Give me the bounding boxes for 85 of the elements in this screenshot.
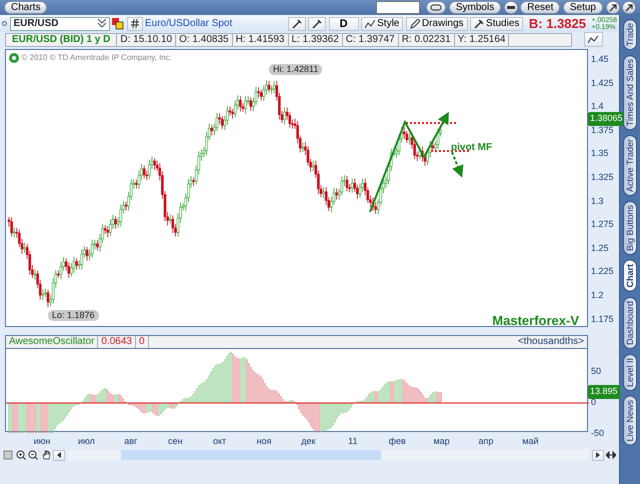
- month-label: мар: [434, 435, 450, 448]
- hash-icon[interactable]: [126, 16, 142, 30]
- axis-label: 1.4: [591, 101, 604, 112]
- ohlc-value: R: 0.02231: [398, 34, 455, 46]
- axis-label: 1.45: [591, 54, 609, 64]
- month-label: авг: [124, 435, 138, 448]
- month-label: 11: [348, 435, 358, 448]
- month-label: фев: [388, 435, 406, 448]
- units-label: <thousandths>: [516, 336, 585, 348]
- reset-button[interactable]: Reset: [520, 1, 560, 14]
- period-button[interactable]: D: [328, 16, 359, 30]
- hand-icon[interactable]: [40, 450, 50, 460]
- side-tab[interactable]: Active Trader: [623, 135, 637, 196]
- last-price-tag: 1.38065: [588, 112, 625, 126]
- chart-title: EUR/USD (BID) 1 y D: [6, 34, 118, 46]
- setup-button[interactable]: Setup: [562, 1, 603, 14]
- style-menu[interactable]: Style: [361, 16, 404, 30]
- ohlc-value: D: 15.10.10: [117, 34, 176, 46]
- ohlc-value: C: 1.39747: [342, 34, 399, 46]
- side-tab[interactable]: Trade: [623, 19, 637, 50]
- axis-label: 1.225: [591, 266, 614, 276]
- ohlc-value: O: 1.40835: [176, 34, 233, 46]
- studies-menu[interactable]: Studies: [470, 16, 524, 30]
- color-squares-icon[interactable]: [112, 18, 124, 30]
- axis-label: 1.25: [591, 242, 609, 253]
- axis-label: 1.325: [591, 172, 614, 182]
- axis-label: 1.275: [591, 219, 614, 230]
- copyright-text: © 2010 © TD Ameritrade IP Company, Inc.: [22, 52, 172, 64]
- month-label: ноя: [256, 435, 272, 448]
- ohlc-value: L: 1.39362: [288, 34, 343, 46]
- month-label: апр: [478, 435, 494, 448]
- scroll-right-button[interactable]: [592, 450, 604, 460]
- month-label: июл: [78, 435, 95, 448]
- side-tab[interactable]: Live News: [623, 396, 637, 446]
- triangle-right-icon: [596, 452, 600, 458]
- triangle-left-icon: [57, 452, 61, 458]
- minus-icon[interactable]: [504, 1, 518, 14]
- pivot-label: pivot MF: [451, 141, 492, 155]
- side-tab[interactable]: Chart: [623, 260, 637, 292]
- color-swatch[interactable]: [376, 1, 420, 14]
- chart-line-icon: [365, 18, 376, 28]
- month-label: май: [522, 435, 538, 448]
- scrollbar-track[interactable]: [68, 450, 589, 460]
- axis-label: 1.2: [591, 290, 604, 300]
- drawings-menu[interactable]: Drawings: [406, 16, 468, 30]
- chart-icon[interactable]: [584, 32, 603, 47]
- ohlc-value: H: 1.41593: [232, 34, 288, 46]
- axis-label: -50: [591, 428, 604, 438]
- side-tab[interactable]: Big Buttons: [623, 201, 637, 256]
- description-link[interactable]: Euro/USDollar Spot: [145, 16, 232, 31]
- axis-label: 0: [591, 397, 596, 407]
- support-line: [431, 150, 471, 152]
- month-label: сен: [168, 435, 182, 448]
- scrollbar-thumb[interactable]: [120, 450, 380, 460]
- axis-label: 1.425: [591, 78, 614, 88]
- side-tab[interactable]: Level II: [623, 354, 637, 392]
- axis-label: 1.375: [591, 124, 614, 135]
- axis-label: 50: [591, 366, 602, 376]
- low-label: Lo: 1.1876: [48, 310, 99, 321]
- resize-arrows-icon[interactable]: [606, 451, 616, 459]
- dropdown-arrows-icon: [98, 19, 106, 28]
- pencil-icon: [410, 18, 420, 28]
- signature-text: Masterforex-V: [492, 312, 579, 330]
- zoom-out-icon[interactable]: [28, 450, 38, 460]
- zoom-in-icon[interactable]: [16, 450, 26, 460]
- last-value-tag: 13.895: [588, 385, 620, 398]
- high-label: Hi: 1.42811: [269, 64, 322, 75]
- symbols-button[interactable]: Symbols: [448, 1, 502, 14]
- logo-icon: [9, 53, 19, 63]
- status-dot-icon: [2, 21, 7, 26]
- bid-price: B: 1.3825: [528, 14, 586, 33]
- month-label: июн: [34, 435, 50, 448]
- resistance-line: [406, 122, 456, 124]
- month-label: окт: [213, 435, 226, 448]
- axis-label: 1.3: [591, 196, 604, 206]
- dashed-arrow: [451, 152, 464, 178]
- ohlc-value: Y: 1.25164: [454, 34, 510, 46]
- charts-tab[interactable]: Charts: [4, 1, 48, 14]
- scroll-left-button[interactable]: [53, 450, 65, 460]
- axis-label: 1.35: [591, 148, 609, 158]
- symbol-field[interactable]: EUR/USD: [10, 16, 110, 30]
- side-tab[interactable]: Dashboard: [623, 296, 637, 349]
- side-tab[interactable]: Times And Sales: [623, 55, 637, 130]
- month-label: дек: [301, 435, 316, 448]
- axis-label: 1.175: [591, 314, 614, 324]
